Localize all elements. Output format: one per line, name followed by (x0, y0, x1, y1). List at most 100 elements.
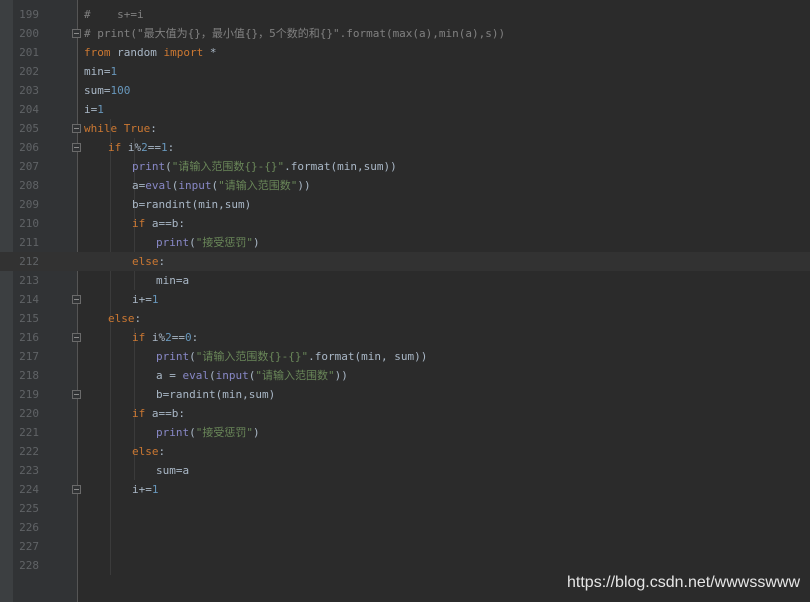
line-number[interactable]: 219 (13, 385, 39, 404)
code-text[interactable]: a = eval(input("请输入范围数")) (156, 366, 348, 385)
code-text[interactable]: min=a (156, 271, 189, 290)
code-line[interactable]: 212 else: (0, 252, 810, 271)
line-number[interactable]: 223 (13, 461, 39, 480)
code-text[interactable]: i=1 (84, 100, 104, 119)
code-line[interactable]: 215 else: (0, 309, 810, 328)
code-line[interactable]: 224 i+=1 (0, 480, 810, 499)
code-line[interactable]: 217 print("请输入范围数{}-{}".format(min, sum)) (0, 347, 810, 366)
code-line[interactable]: 210 if a==b: (0, 214, 810, 233)
line-number[interactable]: 218 (13, 366, 39, 385)
line-number[interactable]: 201 (13, 43, 39, 62)
code-text[interactable]: a=eval(input("请输入范围数")) (132, 176, 311, 195)
code-line[interactable]: 203 sum=100 (0, 81, 810, 100)
line-number[interactable]: 205 (13, 119, 39, 138)
code-text[interactable]: print("请输入范围数{}-{}".format(min, sum)) (156, 347, 427, 366)
line-number[interactable]: 212 (13, 252, 39, 271)
code-line[interactable]: 209 b=randint(min,sum) (0, 195, 810, 214)
line-number[interactable]: 224 (13, 480, 39, 499)
code-line[interactable]: 222 else: (0, 442, 810, 461)
line-number[interactable]: 215 (13, 309, 39, 328)
code-line[interactable]: 211 print("接受惩罚") (0, 233, 810, 252)
code-token: 1 (151, 483, 159, 496)
line-number[interactable]: 204 (13, 100, 39, 119)
code-text[interactable]: while True: (84, 119, 157, 138)
line-number[interactable]: 210 (13, 214, 39, 233)
code-line[interactable]: 207 print("请输入范围数{}-{}".format(min,sum)) (0, 157, 810, 176)
line-number[interactable]: 222 (13, 442, 39, 461)
code-text[interactable]: # s+=i (84, 5, 144, 24)
code-line[interactable]: 218 a = eval(input("请输入范围数")) (0, 366, 810, 385)
code-line[interactable]: 204 i=1 (0, 100, 810, 119)
code-line[interactable]: 220 if a==b: (0, 404, 810, 423)
line-number[interactable]: 200 (13, 24, 39, 43)
code-text[interactable]: print("接受惩罚") (156, 233, 260, 252)
code-text[interactable]: sum=a (156, 461, 189, 480)
code-text[interactable]: if a==b: (132, 214, 185, 233)
code-text[interactable]: from random import * (84, 43, 216, 62)
line-number[interactable]: 221 (13, 423, 39, 442)
fold-marker-icon[interactable] (72, 29, 81, 38)
code-text[interactable]: print("接受惩罚") (156, 423, 260, 442)
code-token: 1 (110, 65, 118, 78)
line-number[interactable]: 208 (13, 176, 39, 195)
code-text[interactable]: else: (132, 442, 165, 461)
code-text[interactable]: min=1 (84, 62, 117, 81)
fold-marker-icon[interactable] (72, 390, 81, 399)
code-text[interactable]: else: (132, 252, 165, 271)
fold-marker-icon[interactable] (72, 124, 81, 133)
code-token: print (156, 236, 190, 249)
code-line[interactable]: 201 from random import * (0, 43, 810, 62)
line-number[interactable]: 225 (13, 499, 39, 518)
code-text[interactable]: i+=1 (132, 480, 159, 499)
code-text[interactable]: i+=1 (132, 290, 159, 309)
line-number[interactable]: 227 (13, 537, 39, 556)
code-line[interactable]: 199 # s+=i (0, 5, 810, 24)
code-line[interactable]: 227 (0, 537, 810, 556)
code-text[interactable]: # print("最大值为{}，最小值{}，5个数的和{}".format(ma… (84, 24, 505, 43)
code-line[interactable]: 206 if i%2==1: (0, 138, 810, 157)
code-text[interactable]: if a==b: (132, 404, 185, 423)
code-line[interactable]: 200 # print("最大值为{}，最小值{}，5个数的和{}".format… (0, 24, 810, 43)
code-line[interactable]: 202 min=1 (0, 62, 810, 81)
code-text[interactable]: print("请输入范围数{}-{}".format(min,sum)) (132, 157, 397, 176)
line-number[interactable]: 216 (13, 328, 39, 347)
code-token: else (132, 445, 159, 458)
code-line[interactable]: 226 (0, 518, 810, 537)
line-number[interactable]: 214 (13, 290, 39, 309)
code-text[interactable]: else: (108, 309, 141, 328)
line-number[interactable]: 203 (13, 81, 39, 100)
line-number[interactable]: 211 (13, 233, 39, 252)
code-token: : (158, 445, 166, 458)
code-line[interactable]: 228 (0, 556, 810, 575)
code-text[interactable]: b=randint(min,sum) (156, 385, 275, 404)
line-number[interactable]: 217 (13, 347, 39, 366)
code-line[interactable]: 221 print("接受惩罚") (0, 423, 810, 442)
fold-marker-icon[interactable] (72, 295, 81, 304)
code-line[interactable]: 208 a=eval(input("请输入范围数")) (0, 176, 810, 195)
code-text[interactable]: b=randint(min,sum) (132, 195, 251, 214)
code-line[interactable]: 223 sum=a (0, 461, 810, 480)
code-text[interactable]: if i%2==0: (132, 328, 198, 347)
code-line[interactable]: 214 i+=1 (0, 290, 810, 309)
code-token: b (156, 388, 163, 401)
line-number[interactable]: 209 (13, 195, 39, 214)
fold-marker-icon[interactable] (72, 485, 81, 494)
line-number[interactable]: 206 (13, 138, 39, 157)
code-text[interactable]: if i%2==1: (108, 138, 174, 157)
code-line[interactable]: 225 (0, 499, 810, 518)
line-number[interactable]: 207 (13, 157, 39, 176)
code-line[interactable]: 216 if i%2==0: (0, 328, 810, 347)
line-number[interactable]: 202 (13, 62, 39, 81)
fold-marker-icon[interactable] (72, 143, 81, 152)
line-number[interactable]: 228 (13, 556, 39, 575)
code-text[interactable]: sum=100 (84, 81, 130, 100)
line-number[interactable]: 220 (13, 404, 39, 423)
code-editor[interactable]: 199 # s+=i 200 # print("最大值为{}，最小值{}，5个数的和{… (0, 0, 810, 602)
code-line[interactable]: 219 b=randint(min,sum) (0, 385, 810, 404)
fold-marker-icon[interactable] (72, 333, 81, 342)
line-number[interactable]: 213 (13, 271, 39, 290)
line-number[interactable]: 199 (13, 5, 39, 24)
code-line[interactable]: 213 min=a (0, 271, 810, 290)
code-line[interactable]: 205 while True: (0, 119, 810, 138)
line-number[interactable]: 226 (13, 518, 39, 537)
